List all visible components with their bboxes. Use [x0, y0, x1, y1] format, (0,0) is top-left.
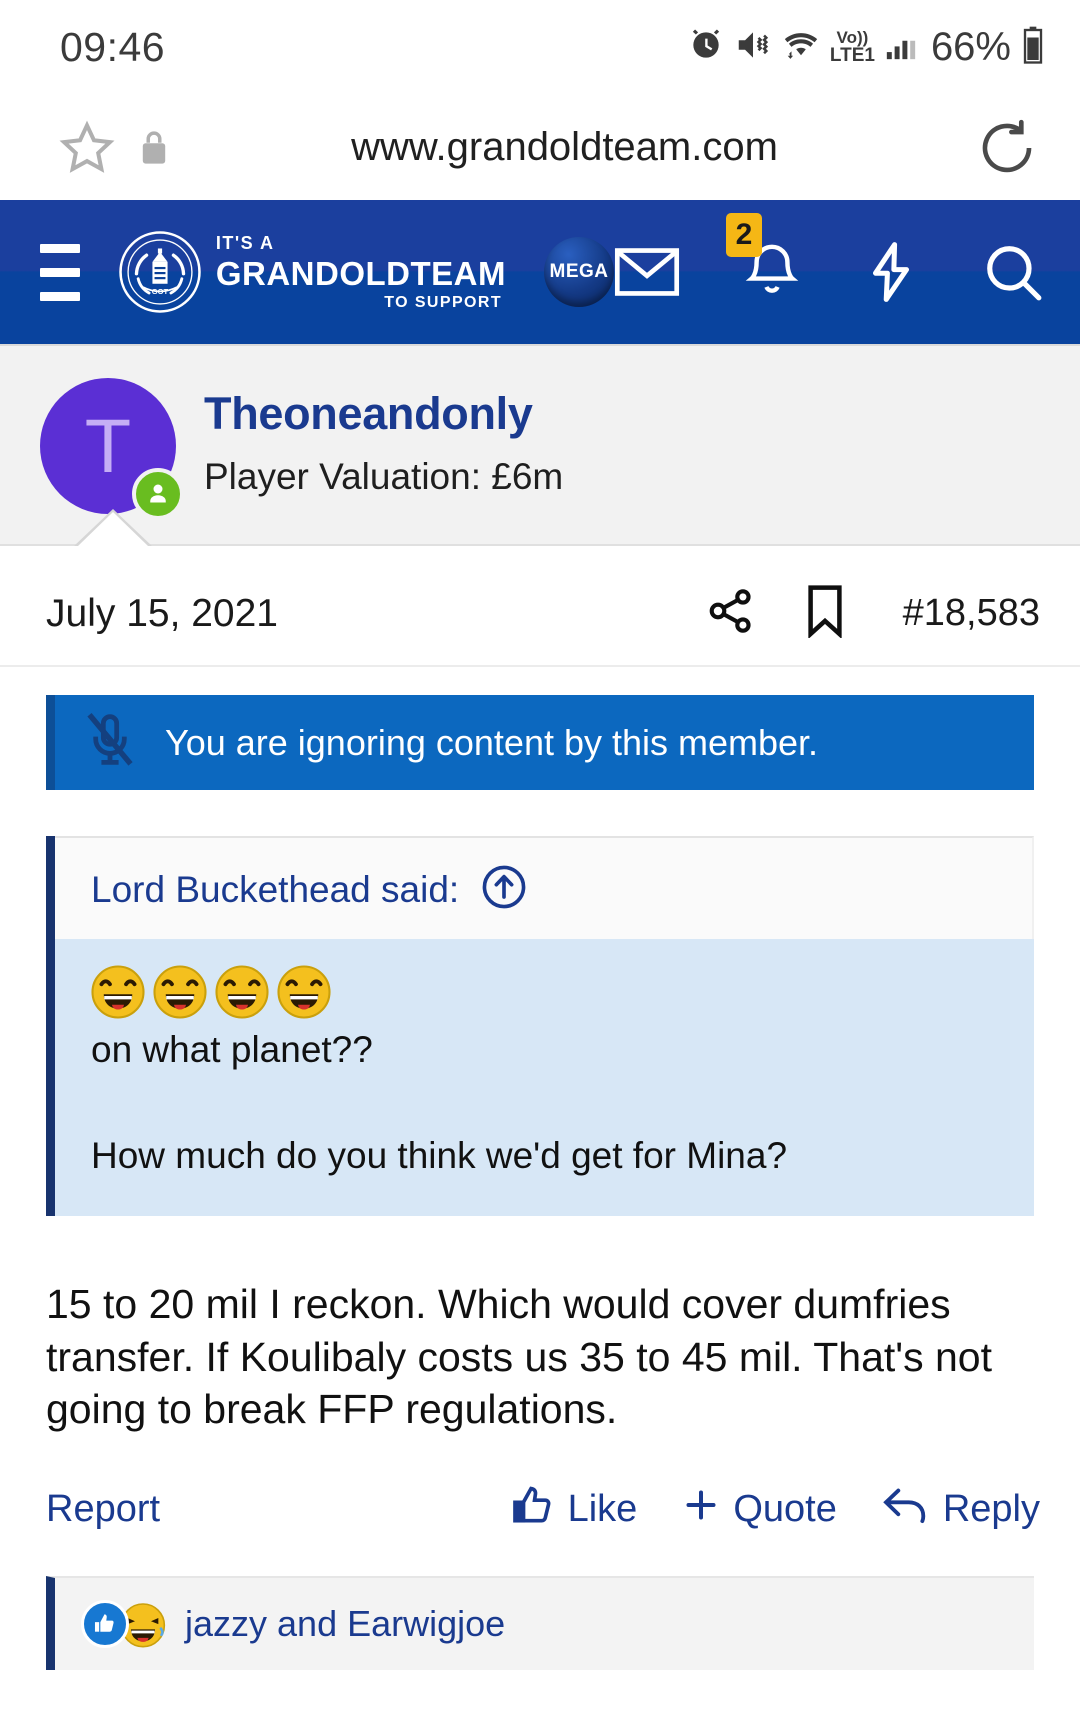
- alerts-count-badge: 2: [726, 213, 762, 257]
- post-username[interactable]: Theoneandonly: [204, 388, 563, 440]
- post-user-title: Player Valuation: £6m: [204, 456, 564, 497]
- status-time: 09:46: [60, 24, 166, 70]
- quote-author[interactable]: Lord Buckethead said:: [91, 869, 459, 911]
- like-label: Like: [567, 1488, 638, 1531]
- post-container: T Theoneandonly Player Valuation: £6m Ju…: [0, 344, 1080, 1670]
- reaction-names[interactable]: jazzy and Earwigjoe: [185, 1603, 505, 1645]
- ignore-notice-text: You are ignoring content by this member.: [165, 721, 819, 763]
- mega-badge[interactable]: MEGA: [544, 237, 614, 307]
- site-wordmark[interactable]: IT'S A GRANDOLDTEAM TO SUPPORT: [216, 234, 506, 311]
- vibrate-mute-icon: [734, 26, 772, 69]
- post-meta-row: July 15, 2021 #18,583: [0, 546, 1080, 667]
- bell-icon[interactable]: 2: [726, 213, 800, 303]
- post-number[interactable]: #18,583: [903, 592, 1040, 635]
- url-text[interactable]: www.grandoldteam.com: [175, 125, 954, 170]
- quote-body: on what planet?? How much do you think w…: [55, 939, 1034, 1217]
- quote-label: Quote: [733, 1488, 837, 1531]
- plus-icon: [681, 1485, 721, 1535]
- post-user-header: T Theoneandonly Player Valuation: £6m: [0, 344, 1080, 546]
- battery-icon: [1020, 25, 1046, 70]
- report-button[interactable]: Report: [46, 1488, 160, 1531]
- report-label: Report: [46, 1488, 161, 1531]
- wifi-icon: [781, 26, 821, 69]
- reaction-icons: [81, 1599, 167, 1648]
- bookmark-star-icon[interactable]: [55, 116, 119, 180]
- thumbs-up-icon: [510, 1482, 556, 1538]
- grinning-squinting-face-emoji: [277, 965, 331, 1019]
- site-header: GOT IT'S A GRANDOLDTEAM TO SUPPORT MEGA …: [0, 200, 1080, 344]
- header-icon-group: 2: [614, 213, 1044, 303]
- envelope-icon[interactable]: [614, 246, 680, 298]
- thumbs-up-reaction-icon: [81, 1599, 129, 1648]
- search-icon[interactable]: [982, 241, 1044, 303]
- post-meta-actions: #18,583: [705, 584, 1040, 643]
- quote-button[interactable]: Quote: [681, 1485, 837, 1535]
- speech-pointer: [78, 512, 148, 546]
- reply-arrow-icon: [881, 1483, 931, 1537]
- avatar[interactable]: T: [40, 378, 184, 520]
- circled-up-arrow-icon[interactable]: [481, 864, 527, 915]
- lightning-bolt-icon[interactable]: [864, 241, 918, 303]
- like-button[interactable]: Like: [510, 1482, 638, 1538]
- user-meta: Theoneandonly Player Valuation: £6m: [204, 378, 563, 498]
- reply-button[interactable]: Reply: [881, 1483, 1040, 1537]
- post-actions: Report Like Quote Reply: [0, 1436, 1080, 1576]
- post-body-text: 15 to 20 mil I reckon. Which would cover…: [46, 1281, 992, 1433]
- battery-percent: 66%: [930, 25, 1011, 69]
- quote-block: Lord Buckethead said: on what planet?? H…: [46, 836, 1034, 1217]
- volte-icon: Vo)) LTE1: [829, 28, 875, 66]
- status-bar: 09:46 Vo)) LTE1 66%: [0, 0, 1080, 95]
- reload-icon[interactable]: [974, 115, 1040, 181]
- grandoldteam-crest-icon[interactable]: GOT: [118, 230, 202, 314]
- alarm-icon: [687, 26, 725, 69]
- grinning-squinting-face-emoji: [153, 965, 207, 1019]
- wordmark-line-3: TO SUPPORT: [384, 293, 502, 311]
- reply-label: Reply: [942, 1488, 1040, 1531]
- wordmark-line-1: IT'S A: [215, 232, 275, 253]
- grinning-squinting-face-emoji: [91, 965, 145, 1019]
- quote-emoji-row: [91, 965, 998, 1019]
- share-icon[interactable]: [705, 585, 757, 642]
- signal-bars-icon: [884, 28, 918, 67]
- status-icons: Vo)) LTE1 66%: [687, 25, 1046, 70]
- post-actions-right: Like Quote Reply: [510, 1482, 1040, 1538]
- microphone-muted-icon: [81, 709, 139, 776]
- reactions-bar[interactable]: jazzy and Earwigjoe: [46, 1575, 1034, 1670]
- grinning-squinting-face-emoji: [215, 965, 269, 1019]
- ignore-notice[interactable]: You are ignoring content by this member.: [46, 695, 1034, 790]
- lock-icon[interactable]: [133, 124, 175, 172]
- browser-url-bar[interactable]: www.grandoldteam.com: [0, 95, 1080, 200]
- hamburger-menu-icon[interactable]: [40, 243, 80, 301]
- quote-header: Lord Buckethead said:: [55, 836, 1034, 939]
- post-date[interactable]: July 15, 2021: [46, 592, 278, 636]
- quote-text-line-2: How much do you think we'd get for Mina?: [91, 1134, 788, 1176]
- wordmark-line-2: GRANDOLDTEAM: [215, 254, 506, 292]
- quote-text-line-1: on what planet??: [91, 1029, 373, 1070]
- bookmark-icon[interactable]: [803, 584, 847, 643]
- quote-spacer: [91, 1077, 998, 1129]
